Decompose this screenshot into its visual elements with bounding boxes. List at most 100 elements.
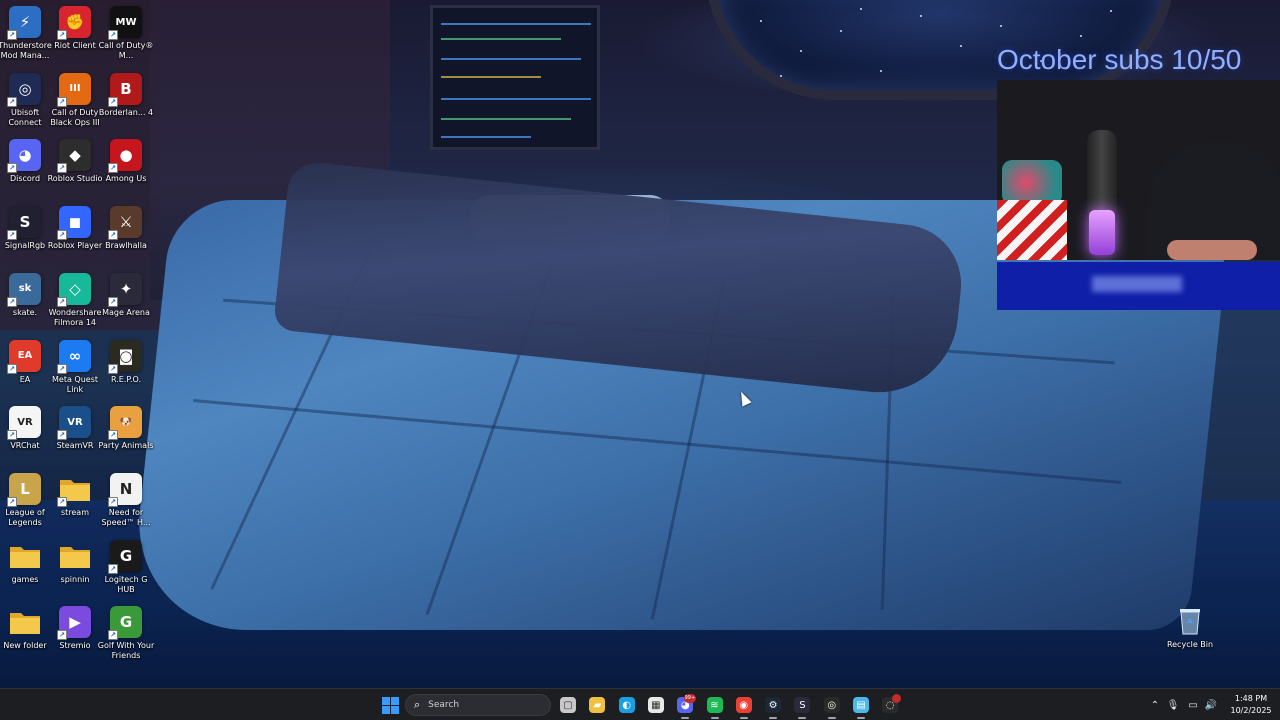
desktop-icon-label: Stremio <box>59 641 91 651</box>
file-explorer-icon: ▰ <box>589 697 606 713</box>
wallpaper-monitors <box>430 5 600 150</box>
signalrgb-taskbar-icon: S <box>794 697 811 713</box>
shortcut-arrow-icon: ↗ <box>108 496 118 507</box>
desktop-icon-logitech-ghub[interactable]: G ↗ Logitech G HUB <box>101 539 151 606</box>
desktop-icon-borderlands[interactable]: B ↗ Borderlan... 4 <box>99 72 153 139</box>
desktop-icon-riot-client[interactable]: ✊ ↗ Riot Client <box>50 6 100 72</box>
vrchat-icon: VR ↗ <box>7 406 41 441</box>
desktop-icon-black-ops-3[interactable]: III ↗ Call of Duty Black Ops III <box>50 72 100 139</box>
wallpaper-star <box>840 30 842 32</box>
desktop-icon-golf-with-friends[interactable]: G ↗ Golf With Your Friends <box>98 606 154 672</box>
streamer-hand <box>1167 240 1257 260</box>
desktop-icon-repo[interactable]: ◙ ↗ R.E.P.O. <box>101 339 151 406</box>
obs-taskbar-button[interactable]: ◎ <box>821 694 843 719</box>
desktop-icon-roblox-player[interactable]: ◼ ↗ Roblox Player <box>48 206 102 272</box>
desktop-icon-call-of-duty-mw[interactable]: MW ↗ Call of Duty® M... <box>99 6 153 72</box>
chrome-taskbar-button[interactable]: ◉ <box>733 694 755 719</box>
wallpaper-star <box>1080 35 1082 37</box>
discord-taskbar-taskbar-button[interactable]: ◕ 99+ <box>674 694 697 719</box>
shortcut-arrow-icon: ↗ <box>7 496 17 507</box>
wallpaper-star <box>960 45 962 47</box>
snipping-tool-taskbar-button[interactable]: ◌ <box>879 694 902 716</box>
wallpaper-star <box>760 20 762 22</box>
folder-icon <box>9 540 41 572</box>
edge-icon: ◐ <box>618 697 635 713</box>
desktop-icon-vrchat[interactable]: VR ↗ VRChat <box>0 406 50 472</box>
network-icon[interactable]: ▭ <box>1184 700 1202 711</box>
start-button[interactable] <box>379 694 401 716</box>
desktop-icon-mage-arena[interactable]: ✦ ↗ Mage Arena <box>101 272 151 339</box>
desktop-icon-skate[interactable]: sk ↗ skate. <box>0 272 50 339</box>
desktop-icon-thunderstore[interactable]: ⚡ ↗ Thunderstore Mod Mana... <box>0 6 52 72</box>
wallpaper-star <box>780 75 782 77</box>
shortcut-arrow-icon: ↗ <box>57 630 67 641</box>
steamvr-icon: VR ↗ <box>57 406 91 441</box>
microsoft-store-taskbar-button[interactable]: ▦ <box>645 694 667 716</box>
wallpaper-star <box>860 8 862 10</box>
volume-icon[interactable]: 🔊 <box>1202 700 1220 711</box>
desktop-icon-meta-quest-link[interactable]: ∞ ↗ Meta Quest Link <box>50 339 100 406</box>
recycle-bin-label: Recycle Bin <box>1166 640 1214 649</box>
desktop-icon-label: spinnin <box>60 574 90 584</box>
running-indicator <box>827 717 836 719</box>
ea-icon: EA ↗ <box>7 339 41 374</box>
spotify-taskbar-button[interactable]: ≋ <box>704 694 726 719</box>
desktop-icon-label: Mage Arena <box>102 307 150 317</box>
desktop-icon-signalrgb[interactable]: S ↗ SignalRgb <box>0 206 50 272</box>
wall-art <box>1002 160 1062 205</box>
shortcut-arrow-icon: ↗ <box>108 230 118 241</box>
league-of-legends-icon: L ↗ <box>7 472 41 507</box>
brawlhalla-icon: ⚔ ↗ <box>108 206 142 241</box>
signalrgb-icon: S ↗ <box>7 206 41 241</box>
desktop-icon-ea[interactable]: EA ↗ EA <box>0 339 50 406</box>
running-indicator <box>798 717 807 719</box>
signalrgb-taskbar-taskbar-button[interactable]: S <box>791 694 813 719</box>
microphone-tray-icon[interactable]: 🎙 <box>1162 700 1184 711</box>
shortcut-arrow-icon: ↗ <box>57 363 67 374</box>
system-tray: ⌃ 🎙 ▭ 🔊 <box>1148 689 1220 720</box>
desktop-icon-folder[interactable]: New folder <box>0 606 50 672</box>
desktop-icon-label: Meta Quest Link <box>52 374 98 394</box>
desktop-icon-among-us[interactable]: ● ↗ Among Us <box>101 139 151 205</box>
desktop-icon-discord[interactable]: ◕ ↗ Discord <box>0 139 50 205</box>
notepad-taskbar-button[interactable]: ▤ <box>850 694 872 719</box>
steam-taskbar-button[interactable]: ⚙ <box>762 694 784 719</box>
mage-arena-icon: ✦ ↗ <box>108 272 142 307</box>
desktop-icon-league-of-legends[interactable]: L ↗ League of Legends <box>0 472 50 539</box>
desktop-icon-roblox-studio[interactable]: ◆ ↗ Roblox Studio <box>48 139 102 205</box>
shortcut-arrow-icon: ↗ <box>108 296 118 307</box>
desktop-icon-folder[interactable]: spinnin <box>50 540 100 606</box>
windows-logo-icon <box>381 696 399 714</box>
desktop-icon-brawlhalla[interactable]: ⚔ ↗ Brawlhalla <box>101 206 151 272</box>
file-explorer-taskbar-button[interactable]: ▰ <box>586 694 608 716</box>
desktop-icon-label: Call of Duty® M... <box>98 41 154 60</box>
task-view-taskbar-button[interactable]: ▢ <box>557 694 579 716</box>
desktop-icon-party-animals[interactable]: 🐶 ↗ Party Animals <box>99 406 153 472</box>
desktop-icon-folder[interactable]: ↗ stream <box>50 473 100 539</box>
edge-taskbar-button[interactable]: ◐ <box>616 694 638 716</box>
taskbar-search[interactable]: ⌕ Search <box>405 694 551 716</box>
recycle-bin[interactable]: Recycle Bin <box>1165 605 1215 671</box>
roblox-studio-icon: ◆ ↗ <box>57 139 91 174</box>
taskbar-clock[interactable]: 1:48 PM 10/2/2025 <box>1226 693 1276 717</box>
desktop-icon-need-for-speed[interactable]: N ↗ Need for Speed™ H... <box>101 472 151 539</box>
show-hidden-icons-icon[interactable]: ⌃ <box>1148 700 1162 711</box>
folder-icon: ↗ <box>57 473 91 507</box>
desktop-icon-label: Riot Client <box>54 41 96 50</box>
desktop-icon-folder[interactable]: games <box>0 540 50 606</box>
desktop-icon-steamvr[interactable]: VR ↗ SteamVR <box>50 406 100 472</box>
desktop-icon-ubisoft-connect[interactable]: ◎ ↗ Ubisoft Connect <box>0 72 50 139</box>
shortcut-arrow-icon: ↗ <box>7 30 17 40</box>
running-indicator <box>857 717 865 719</box>
shortcut-arrow-icon: ↗ <box>108 430 118 441</box>
desktop-icon-stremio[interactable]: ▶ ↗ Stremio <box>50 606 100 672</box>
repo-icon: ◙ ↗ <box>108 339 142 374</box>
overlay-blue-bar <box>997 262 1280 310</box>
desktop-icon-filmora[interactable]: ◇ ↗ Wondershare Filmora 14 <box>49 272 101 339</box>
filmora-icon: ◇ ↗ <box>57 272 91 307</box>
shortcut-arrow-icon: ↗ <box>7 296 17 307</box>
notification-badge <box>892 694 902 703</box>
desktop-icon-label: Logitech G HUB <box>104 574 148 594</box>
shortcut-arrow-icon: ↗ <box>7 163 17 174</box>
wallpaper-star <box>1000 25 1002 27</box>
